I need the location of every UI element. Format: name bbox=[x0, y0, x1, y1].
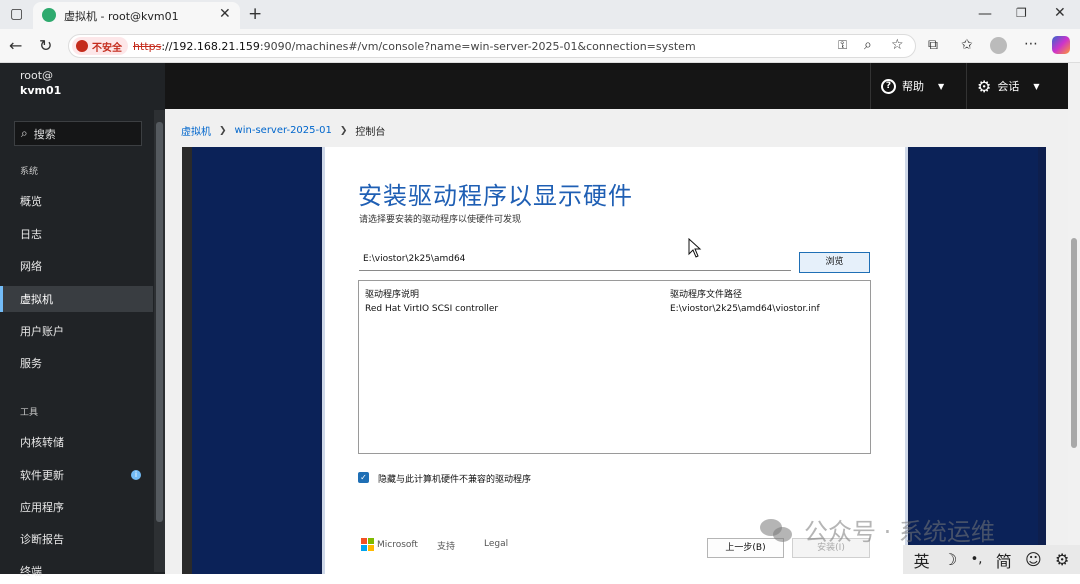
watermark-text: 公众号 · 系统运维 bbox=[804, 518, 995, 546]
column-header-path: 驱动程序文件路径 bbox=[670, 290, 743, 300]
chevron-down-icon: ▼ bbox=[938, 81, 945, 91]
windows-desktop-left bbox=[192, 147, 320, 574]
session-menu-button[interactable]: ⚙ 会话 ▼ bbox=[966, 63, 1050, 109]
sidebar-item-logs[interactable]: 日志 bbox=[0, 221, 153, 247]
ime-mode[interactable]: 简 bbox=[996, 548, 1012, 572]
tab-close-icon[interactable]: ✕ bbox=[219, 6, 231, 22]
gear-icon: ⚙ bbox=[977, 76, 992, 96]
microsoft-logo: Microsoft bbox=[361, 538, 418, 551]
tab-title: 虚拟机 - root@kvm01 bbox=[64, 10, 179, 23]
help-label: 帮助 bbox=[902, 80, 924, 93]
insecure-label: 不安全 bbox=[92, 42, 122, 54]
browse-button[interactable]: 浏览 bbox=[799, 252, 870, 273]
help-icon: ? bbox=[881, 78, 896, 94]
window-close-icon[interactable]: ✕ bbox=[1054, 5, 1066, 21]
mouse-cursor-icon bbox=[688, 238, 702, 258]
settings-icon[interactable]: ⚙ bbox=[1055, 550, 1069, 569]
host-name[interactable]: kvm01 bbox=[20, 84, 61, 97]
sidebar-item-accounts[interactable]: 用户账户 bbox=[0, 318, 153, 344]
sidebar-item-network[interactable]: 网络 bbox=[0, 253, 153, 279]
sidebar-item-terminal[interactable]: 终端 bbox=[0, 558, 153, 584]
back-icon[interactable]: ← bbox=[9, 36, 22, 55]
sidebar-item-label: 软件更新 bbox=[20, 469, 64, 482]
restore-icon[interactable]: ❐ bbox=[1016, 6, 1027, 20]
section-system-heading: 系统 bbox=[20, 167, 39, 177]
support-link[interactable]: 支持 bbox=[437, 539, 455, 552]
section-tools-heading: 工具 bbox=[20, 408, 39, 418]
watermark: 公众号 · 系统运维 bbox=[760, 512, 995, 547]
sidebar-scrollbar[interactable] bbox=[154, 110, 165, 572]
driver-row-description[interactable]: Red Hat VirtIO SCSI controller bbox=[365, 304, 498, 314]
breadcrumb-vm[interactable]: win-server-2025-01 bbox=[235, 125, 332, 136]
copilot-icon[interactable] bbox=[1052, 36, 1070, 54]
extensions-icon[interactable]: ⧉ bbox=[928, 37, 938, 53]
driver-table: 驱动程序说明 驱动程序文件路径 Red Hat VirtIO SCSI cont… bbox=[358, 280, 871, 454]
dialog-subtitle: 请选择要安装的驱动程序以使硬件可发现 bbox=[359, 215, 522, 225]
breadcrumb-vms[interactable]: 虚拟机 bbox=[181, 123, 211, 138]
insecure-badge[interactable]: 不安全 bbox=[72, 37, 128, 55]
session-label: 会话 bbox=[997, 80, 1020, 93]
brand-label: Microsoft bbox=[377, 539, 418, 550]
emoji-icon[interactable]: ☺ bbox=[1025, 550, 1042, 569]
warning-icon bbox=[76, 40, 88, 52]
chevron-right-icon: ❯ bbox=[219, 125, 227, 136]
cockpit-favicon-icon bbox=[42, 8, 56, 22]
breadcrumb: 虚拟机 ❯ win-server-2025-01 ❯ 控制台 bbox=[181, 123, 385, 138]
hide-incompatible-checkbox[interactable]: ✓ bbox=[358, 472, 369, 483]
sidebar-item-apps[interactable]: 应用程序 bbox=[0, 494, 153, 520]
moon-icon[interactable]: ☽ bbox=[943, 550, 957, 569]
sidebar-item-services[interactable]: 服务 bbox=[0, 350, 153, 376]
profile-avatar[interactable] bbox=[990, 37, 1007, 54]
column-header-description: 驱动程序说明 bbox=[365, 290, 420, 300]
more-icon[interactable]: ⋯ bbox=[1024, 36, 1038, 52]
sidebar-item-overview[interactable]: 概览 bbox=[0, 188, 153, 214]
wechat-icon bbox=[760, 517, 794, 543]
windows-desktop-right bbox=[910, 147, 1038, 574]
favorites-icon[interactable]: ✩ bbox=[961, 37, 973, 53]
host-user[interactable]: root@ bbox=[20, 69, 53, 82]
url-scheme: https bbox=[133, 40, 162, 53]
url-text[interactable]: https://192.168.21.159:9090/machines#/vm… bbox=[133, 40, 696, 53]
sidebar-item-kdump[interactable]: 内核转储 bbox=[0, 429, 153, 455]
ime-toolbar: 英 ☽ •, 简 ☺ ⚙ bbox=[903, 545, 1080, 574]
hide-incompatible-label[interactable]: 隐藏与此计算机硬件不兼容的驱动程序 bbox=[378, 472, 531, 485]
sidebar-item-updates[interactable]: 软件更新 i bbox=[0, 462, 153, 488]
sidebar-item-vms[interactable]: 虚拟机 bbox=[0, 286, 153, 312]
url-host: ://192.168.21.159 bbox=[161, 40, 260, 53]
minimize-icon[interactable]: — bbox=[978, 6, 992, 22]
driver-row-path[interactable]: E:\viostor\2k25\amd64\viostor.inf bbox=[670, 304, 820, 314]
tab-actions-icon[interactable]: ▢ bbox=[10, 6, 23, 22]
new-tab-icon[interactable]: + bbox=[248, 4, 262, 24]
ime-language[interactable]: 英 bbox=[914, 548, 930, 572]
console-frame bbox=[182, 147, 192, 574]
sidebar-search[interactable]: ⌕ 搜索 bbox=[14, 121, 142, 146]
page-scrollbar[interactable] bbox=[1068, 63, 1080, 574]
chevron-down-icon: ▼ bbox=[1033, 81, 1040, 91]
update-info-badge: i bbox=[131, 470, 141, 480]
favorite-star-icon[interactable]: ☆ bbox=[891, 37, 904, 53]
search-icon: ⌕ bbox=[21, 126, 28, 140]
reload-icon[interactable]: ↻ bbox=[39, 36, 52, 55]
chevron-right-icon: ❯ bbox=[339, 125, 348, 136]
breadcrumb-console: 控制台 bbox=[355, 127, 386, 138]
microsoft-logo-icon bbox=[361, 538, 374, 551]
browser-tab[interactable]: 虚拟机 - root@kvm01 ✕ bbox=[33, 2, 240, 29]
driver-path-input[interactable]: E:\viostor\2k25\amd64 bbox=[359, 251, 791, 271]
legal-link[interactable]: Legal bbox=[484, 539, 508, 549]
punctuation-icon[interactable]: •, bbox=[971, 552, 983, 567]
dialog-title: 安装驱动程序以显示硬件 bbox=[358, 182, 633, 210]
sidebar-item-diagnostics[interactable]: 诊断报告 bbox=[0, 526, 153, 552]
help-menu-button[interactable]: ? 帮助 ▼ bbox=[870, 63, 954, 109]
search-label: 搜索 bbox=[33, 127, 56, 141]
url-path: :9090/machines#/vm/console?name=win-serv… bbox=[259, 40, 696, 53]
zoom-icon[interactable]: ⌕ bbox=[864, 37, 872, 53]
key-icon[interactable]: ⚿ bbox=[838, 38, 847, 53]
